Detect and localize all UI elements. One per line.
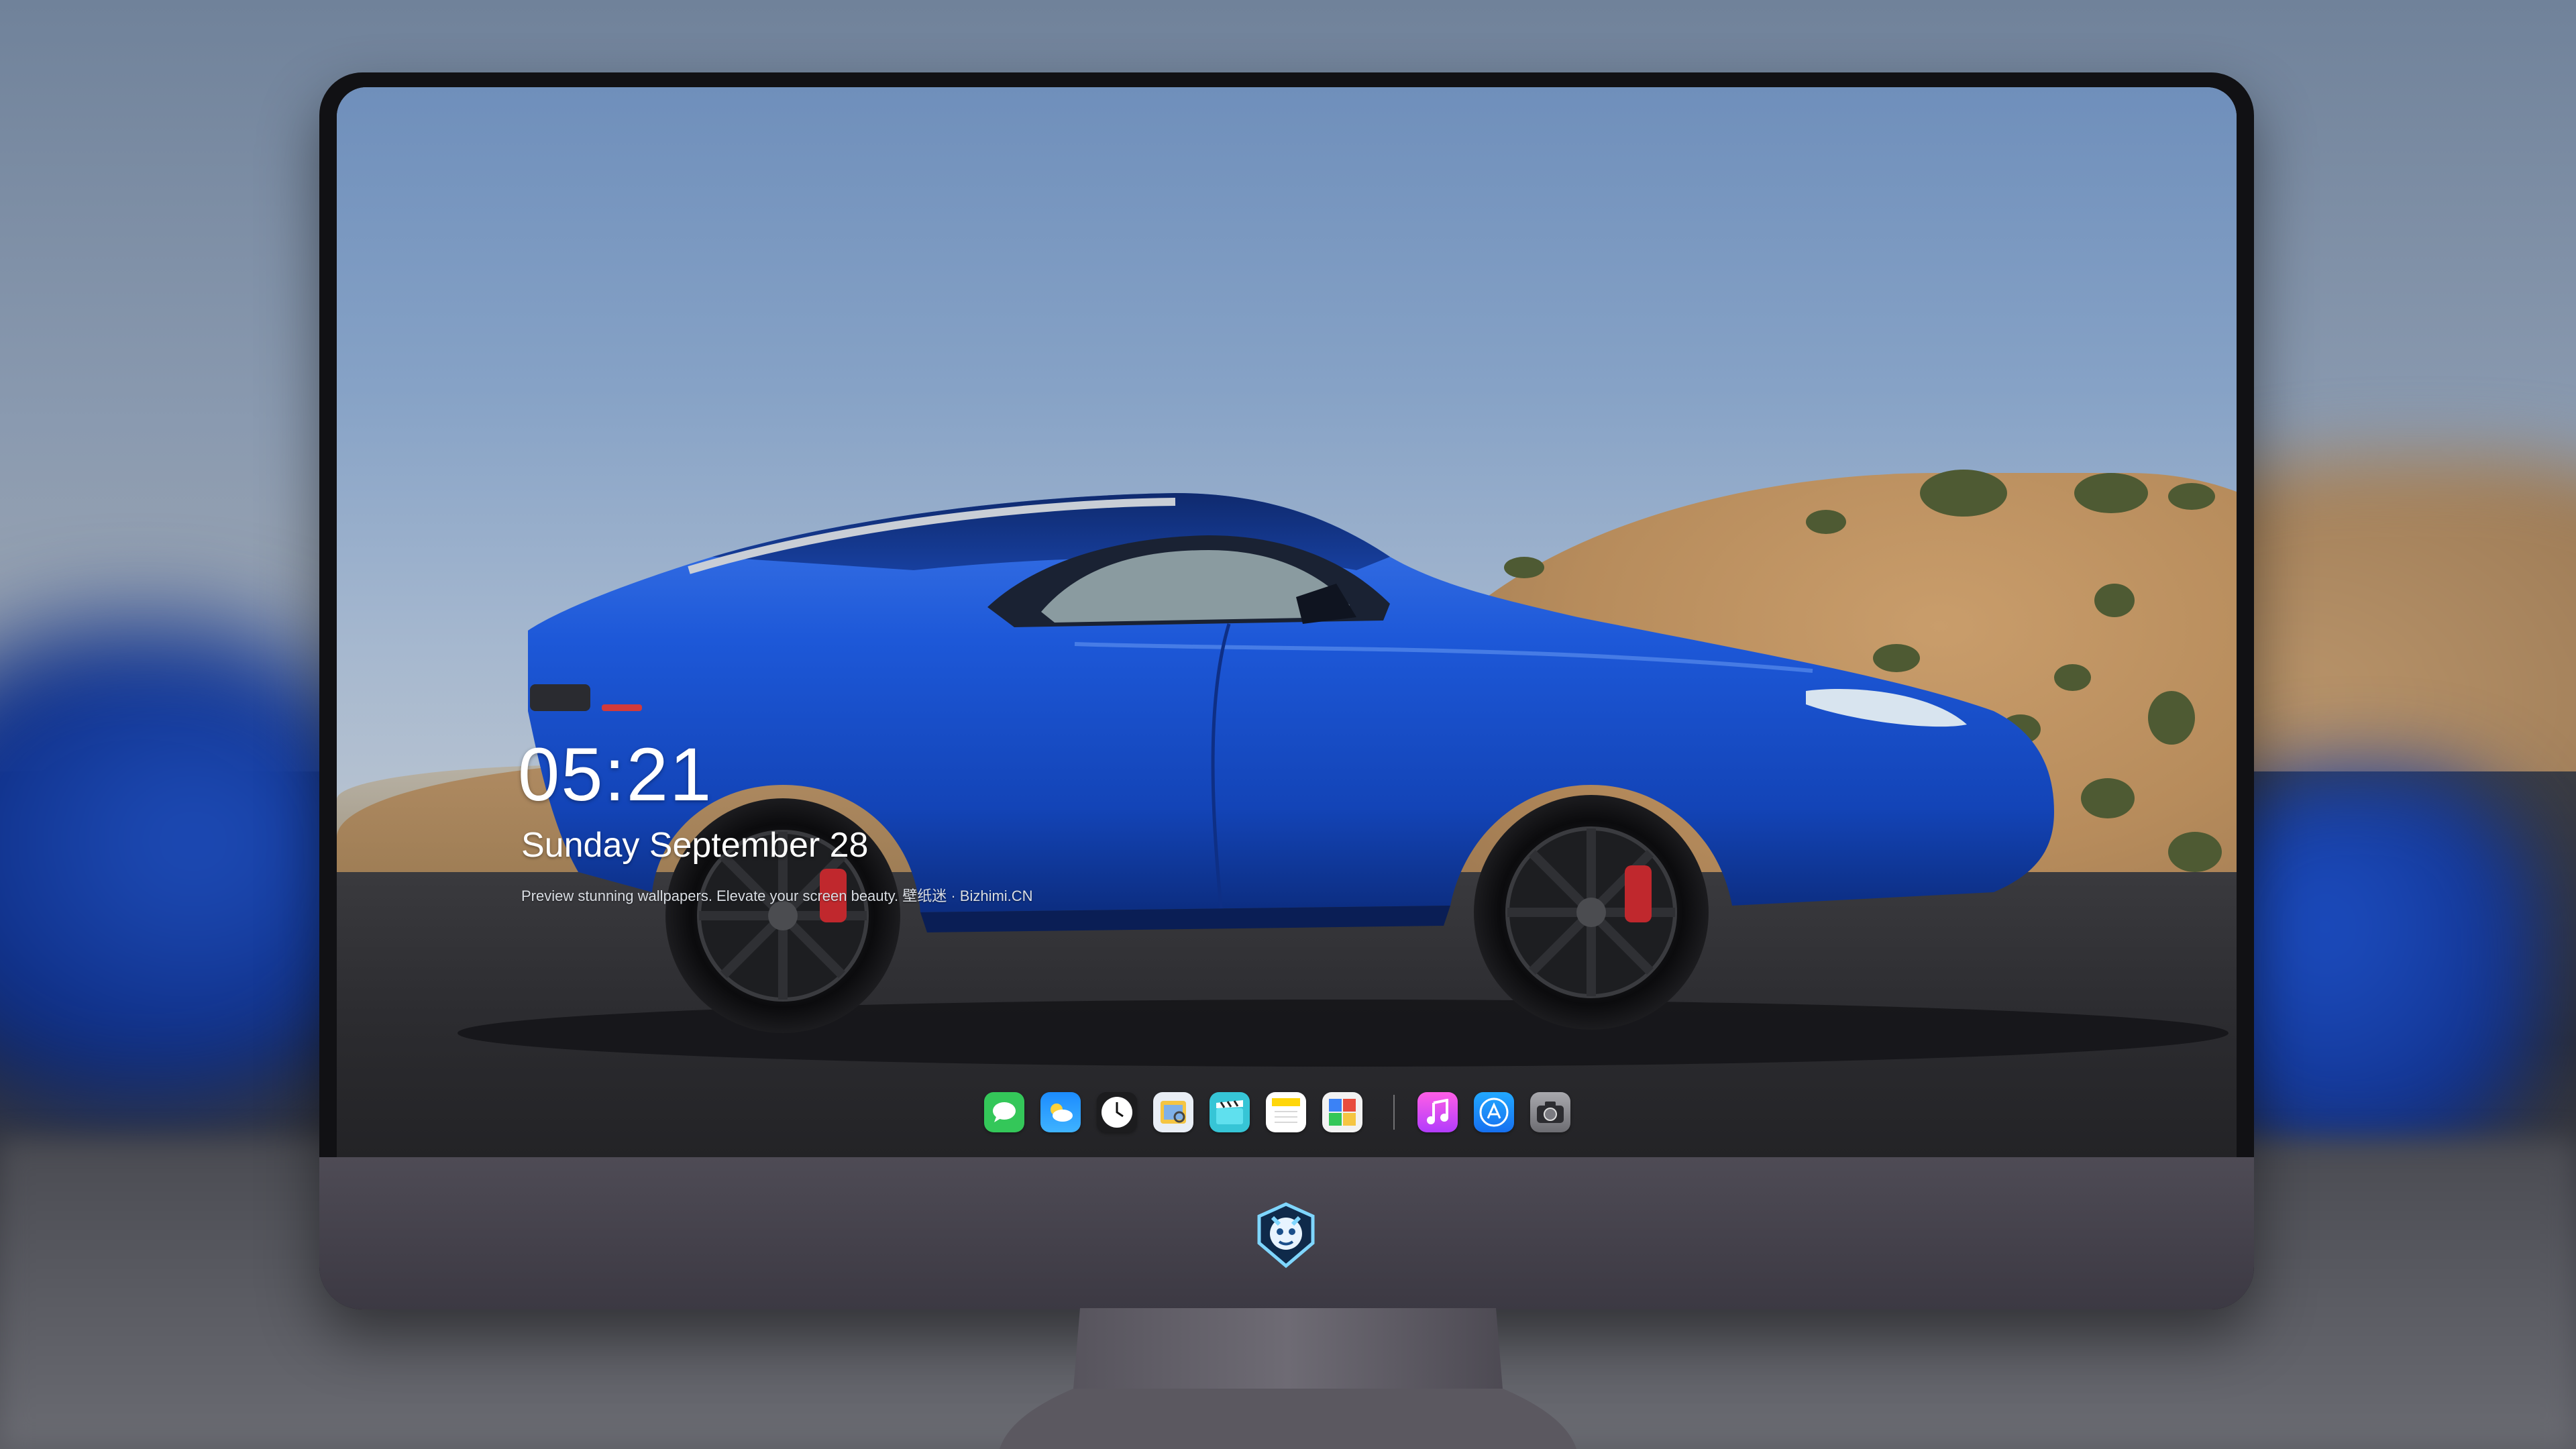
music-icon[interactable]: [1417, 1092, 1458, 1132]
notes-icon[interactable]: [1266, 1092, 1306, 1132]
dock: [984, 1089, 1587, 1136]
monitor: 05:21 Sunday September 28 Preview stunni…: [319, 72, 2254, 1309]
dock-separator: [1393, 1095, 1395, 1130]
lockscreen-time: 05:21: [518, 733, 713, 816]
weather-icon[interactable]: [1040, 1092, 1081, 1132]
sports-car: [458, 493, 2229, 1067]
clips-icon[interactable]: [1210, 1092, 1250, 1132]
messages-icon[interactable]: [984, 1092, 1024, 1132]
screen: 05:21 Sunday September 28 Preview stunni…: [337, 87, 2237, 1157]
car-taillight-red: [602, 704, 642, 711]
app-store-icon[interactable]: [1474, 1092, 1514, 1132]
clock-icon[interactable]: [1097, 1092, 1137, 1132]
monitor-stand: [1000, 1308, 1576, 1449]
car-taillight: [530, 684, 590, 711]
front-wheel: [1474, 795, 1709, 1030]
lockscreen-tagline: Preview stunning wallpapers. Elevate you…: [521, 888, 1033, 904]
preview-icon[interactable]: [1153, 1092, 1193, 1132]
dragon-mascot-icon: [1257, 1202, 1315, 1269]
camera-icon[interactable]: [1530, 1092, 1570, 1132]
lockscreen-date: Sunday September 28: [521, 826, 869, 865]
photo-booth-icon[interactable]: [1322, 1092, 1362, 1132]
